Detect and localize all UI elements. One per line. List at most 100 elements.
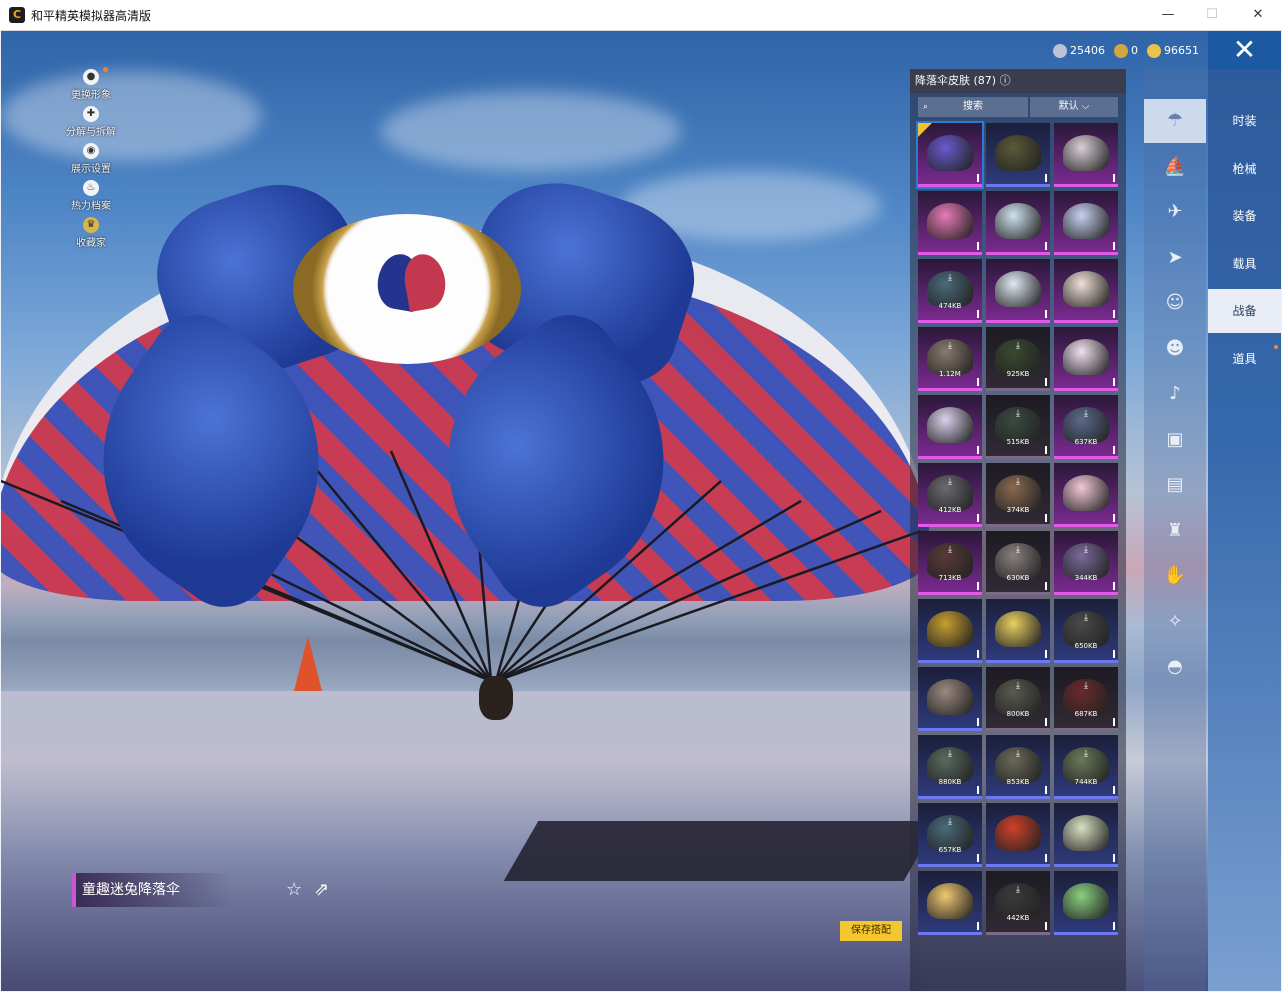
parachute-skin-tile[interactable]: ⤓ 713KB: [918, 531, 982, 595]
tile-marker: [1113, 854, 1115, 862]
download-icon: ⤓: [1084, 749, 1088, 759]
parachute-skin-tile[interactable]: ⤓ 853KB: [986, 735, 1050, 799]
parachute-skin-tile[interactable]: [918, 599, 982, 663]
wand-icon[interactable]: ✧: [1144, 600, 1206, 644]
puzzle-icon: ✚: [83, 106, 99, 122]
category-tab[interactable]: 装备: [1208, 194, 1281, 238]
heat-profile-button[interactable]: ♨ 热力档案: [51, 180, 131, 212]
download-icon: ⤓: [1084, 545, 1088, 555]
display-settings-button[interactable]: ◉ 展示设置: [51, 143, 131, 175]
menu-label: 热力档案: [71, 201, 111, 212]
equipped-check-icon: [918, 123, 932, 137]
parachute-skin-tile[interactable]: ⤓ 650KB: [1054, 599, 1118, 663]
parachute-skin-tile[interactable]: [1054, 463, 1118, 527]
sort-dropdown[interactable]: 默认 ⌵: [1030, 97, 1118, 117]
category-tab[interactable]: 时装: [1208, 99, 1281, 143]
parachute-skin-tile[interactable]: ⤓ 744KB: [1054, 735, 1118, 799]
parachute-skin-tile[interactable]: [918, 667, 982, 731]
parachute-skin-tile[interactable]: ⤓ 630KB: [986, 531, 1050, 595]
parachute-skin-tile[interactable]: ⤓ 1.12M: [918, 327, 982, 391]
share-icon[interactable]: ⇗: [314, 879, 329, 900]
currency-value: 0: [1131, 44, 1138, 57]
download-icon: ⤓: [948, 817, 952, 827]
category-tab[interactable]: 枪械: [1208, 147, 1281, 191]
category-label: 战备: [1232, 304, 1257, 318]
parachute-skin-tile[interactable]: [1054, 191, 1118, 255]
parachute-thumbnail: [927, 883, 973, 919]
parachute-skin-tile[interactable]: ⤓ 880KB: [918, 735, 982, 799]
parachute-skin-tile[interactable]: [918, 871, 982, 935]
favorite-star-icon[interactable]: ☆: [286, 879, 302, 900]
subcategory-icon-column: ☂ ⛵ ✈ ➤ ☺ ☻ ♪ ▣ ▤ ♜ ✋ ✧ ◓: [1144, 69, 1206, 991]
parachute-skin-tile[interactable]: [986, 191, 1050, 255]
download-icon: ⤓: [948, 545, 952, 555]
hand-icon[interactable]: ✋: [1144, 554, 1206, 598]
parachute-skin-tile[interactable]: ⤓ 925KB: [986, 327, 1050, 391]
parachute-skin-tile[interactable]: ⤓ 800KB: [986, 667, 1050, 731]
parachute-skin-tile[interactable]: ⤓ 637KB: [1054, 395, 1118, 459]
parachute-skin-tile[interactable]: [1054, 259, 1118, 323]
minimize-button[interactable]: —: [1145, 0, 1191, 30]
parachute-skin-tile[interactable]: [986, 123, 1050, 187]
parachute-skin-tile[interactable]: [916, 121, 984, 189]
glider-icon[interactable]: ➤: [1144, 236, 1206, 280]
category-sidebar: 时装 枪械 装备 载具战备道具: [1208, 69, 1281, 991]
plane-icon[interactable]: ✈: [1144, 190, 1206, 234]
bag-icon[interactable]: ⛵: [1144, 145, 1206, 189]
menu-label: 更换形象: [71, 90, 111, 101]
parachute-skin-tile[interactable]: [1054, 871, 1118, 935]
search-placeholder: 搜索: [963, 101, 983, 112]
extinguisher-icon[interactable]: ♜: [1144, 509, 1206, 553]
parachute-skin-tile[interactable]: [1054, 327, 1118, 391]
parachute-skin-tile[interactable]: ⤓ 657KB: [918, 803, 982, 867]
close-icon[interactable]: ✕: [1208, 31, 1281, 69]
parachute-skin-tile[interactable]: ⤓ 344KB: [1054, 531, 1118, 595]
category-tab[interactable]: 道具: [1208, 337, 1281, 381]
save-outfit-button[interactable]: 保存搭配: [840, 921, 902, 941]
category-tab[interactable]: 战备: [1208, 289, 1281, 333]
ufo-icon[interactable]: ◓: [1144, 645, 1206, 689]
parachute-thumbnail: [1063, 203, 1109, 239]
download-icon: ⤓: [1016, 409, 1020, 419]
tile-marker: [977, 854, 979, 862]
parachute-thumbnail: [927, 203, 973, 239]
face-icon[interactable]: ☺: [1144, 281, 1206, 325]
parachute-skin-tile[interactable]: [1054, 803, 1118, 867]
category-tab[interactable]: 载具: [1208, 242, 1281, 286]
photo-icon[interactable]: ▤: [1144, 463, 1206, 507]
parachute-skin-tile[interactable]: [986, 599, 1050, 663]
tile-marker: [977, 514, 979, 522]
parachute-skin-tile[interactable]: [986, 259, 1050, 323]
collector-button[interactable]: ♛ 收藏家: [51, 217, 131, 249]
maximize-button[interactable]: ☐: [1189, 0, 1235, 30]
robot-icon[interactable]: ☻: [1144, 327, 1206, 371]
change-appearance-button[interactable]: ● 更换形象: [51, 67, 131, 101]
parachute-skin-tile[interactable]: ⤓ 687KB: [1054, 667, 1118, 731]
decompose-button[interactable]: ✚ 分解与拆解: [51, 106, 131, 138]
parachute-icon[interactable]: ☂: [1144, 99, 1206, 143]
eye-icon: ◉: [83, 143, 99, 159]
parachute-skin-tile[interactable]: [1054, 123, 1118, 187]
person-icon: ●: [83, 69, 99, 85]
tile-marker: [977, 718, 979, 726]
search-input[interactable]: ⌕ 搜索: [918, 97, 1028, 117]
tile-marker: [977, 378, 979, 386]
parachute-skin-tile[interactable]: ⤓ 442KB: [986, 871, 1050, 935]
parachute-skin-tile[interactable]: ⤓ 374KB: [986, 463, 1050, 527]
currency-value: 25406: [1070, 44, 1105, 57]
tile-marker: [977, 922, 979, 930]
parachute-skin-tile[interactable]: [918, 191, 982, 255]
parachute-skin-tile[interactable]: ⤓ 412KB: [918, 463, 982, 527]
menu-label: 分解与拆解: [66, 127, 116, 138]
download-size-label: 925KB: [1006, 370, 1030, 378]
speaker-icon[interactable]: ♪: [1144, 372, 1206, 416]
pet-icon[interactable]: ▣: [1144, 418, 1206, 462]
parachute-skin-tile[interactable]: ⤓ 474KB: [918, 259, 982, 323]
download-icon: ⤓: [1084, 681, 1088, 691]
download-size-label: 880KB: [938, 778, 962, 786]
parachute-skin-tile[interactable]: [986, 803, 1050, 867]
window-close-button[interactable]: ✕: [1235, 0, 1281, 30]
parachute-skin-tile[interactable]: [918, 395, 982, 459]
game-viewport: ● 更换形象 ✚ 分解与拆解 ◉ 展示设置 ♨ 热力档案 ♛ 收藏家 25406…: [1, 31, 1281, 991]
parachute-skin-tile[interactable]: ⤓ 515KB: [986, 395, 1050, 459]
